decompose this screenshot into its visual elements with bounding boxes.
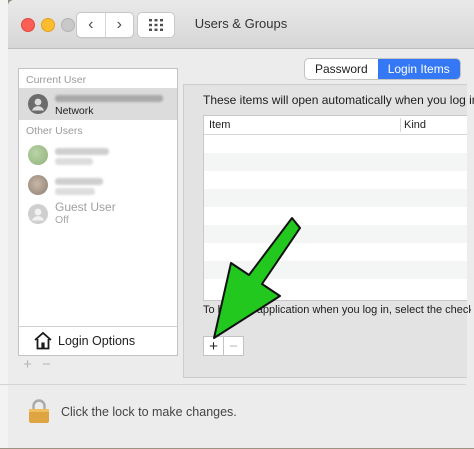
title-bar: ‹ › Users & Groups <box>8 0 474 49</box>
login-items-table[interactable]: Item Kind <box>203 115 467 301</box>
login-options-item[interactable]: Login Options <box>18 326 178 356</box>
current-user-sub: Network <box>55 105 94 117</box>
other-user-item[interactable] <box>19 141 177 169</box>
background-window-edge <box>0 0 8 448</box>
redacted-user-name <box>55 178 103 185</box>
lock-message: Click the lock to make changes. <box>61 405 237 419</box>
current-user-item[interactable]: Network <box>19 88 177 120</box>
current-user-section-label: Current User <box>26 74 87 86</box>
guest-user-name: Guest User <box>55 200 116 214</box>
column-divider <box>400 118 401 132</box>
tab-password[interactable]: Password <box>305 59 378 79</box>
redacted-user-detail <box>55 158 93 165</box>
guest-user-sub: Off <box>55 214 69 226</box>
remove-login-item-button[interactable]: − <box>224 336 244 356</box>
window-title: Users & Groups <box>194 16 288 31</box>
user-add-remove-controls: + − <box>18 355 68 375</box>
redacted-user-detail <box>55 188 95 195</box>
redacted-user-name <box>55 95 163 102</box>
tab-login-items[interactable]: Login Items <box>377 59 460 79</box>
table-row <box>204 135 467 153</box>
login-options-label: Login Options <box>58 334 136 348</box>
column-header-kind[interactable]: Kind <box>404 119 426 131</box>
other-users-section-label: Other Users <box>26 125 83 137</box>
table-row <box>204 243 467 261</box>
redacted-user-name <box>55 148 109 155</box>
other-user-item[interactable] <box>19 171 177 199</box>
tab-bar: Password Login Items <box>304 58 461 80</box>
hide-hint-text: To hide an application when you log in, … <box>203 304 471 316</box>
house-icon <box>34 331 52 350</box>
table-row <box>204 171 467 189</box>
add-login-item-button[interactable]: + <box>203 336 224 356</box>
login-item-add-remove-controls: + − <box>203 336 244 356</box>
table-row <box>204 279 467 297</box>
add-user-button[interactable]: + <box>18 355 37 373</box>
guest-user-item[interactable]: Guest User Off <box>19 199 177 227</box>
table-row <box>204 153 467 171</box>
lock-icon[interactable] <box>28 398 50 424</box>
login-items-description: These items will open automatically when… <box>203 93 474 107</box>
table-row <box>204 207 467 225</box>
table-row <box>204 261 467 279</box>
user-avatar-icon <box>28 145 48 165</box>
user-avatar-icon <box>28 175 48 195</box>
users-list: Current User Network Other Users Guest U… <box>18 68 178 328</box>
user-avatar-icon <box>28 204 48 224</box>
column-header-item[interactable]: Item <box>209 119 230 131</box>
user-avatar-icon <box>28 94 48 114</box>
table-header: Item Kind <box>204 116 467 135</box>
table-row <box>204 189 467 207</box>
table-row <box>204 225 467 243</box>
remove-user-button[interactable]: − <box>37 355 56 373</box>
